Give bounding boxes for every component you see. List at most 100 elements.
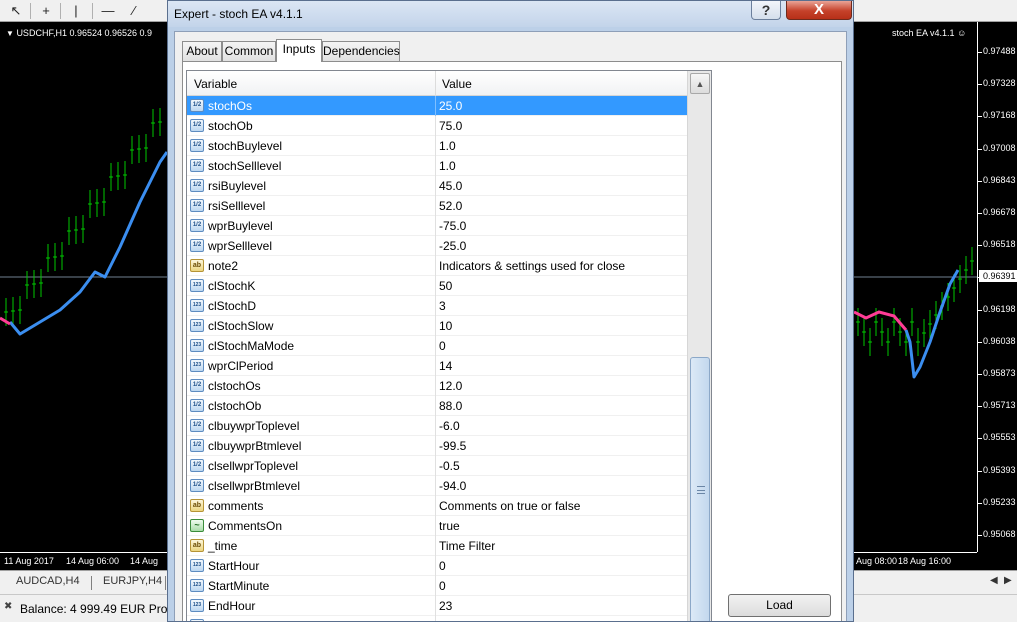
variable-name: CommentsOn [208, 519, 283, 533]
variable-value[interactable]: 0 [439, 559, 446, 573]
table-row[interactable]: 1/2 rsiBuylevel 45.0 [187, 176, 687, 196]
tab-about[interactable]: About [182, 41, 222, 61]
table-scrollbar[interactable]: ▲ [687, 71, 711, 621]
variable-value[interactable]: -94.0 [439, 479, 466, 493]
variable-value[interactable]: -25.0 [439, 239, 466, 253]
close-button[interactable]: X [786, 1, 852, 20]
toolbar-divider [60, 3, 61, 19]
table-row[interactable]: ~ CommentsOn true [187, 516, 687, 536]
variable-value[interactable]: 0 [439, 579, 446, 593]
variable-value[interactable]: Time Filter [439, 539, 495, 553]
column-divider[interactable] [435, 71, 436, 96]
table-row[interactable]: 123 clStochMaMode 0 [187, 336, 687, 356]
price-tick: 0.97168 [983, 110, 1016, 121]
table-row[interactable]: ab comments Comments on true or false [187, 496, 687, 516]
trendline-icon[interactable]: ∕ [124, 2, 144, 20]
close-icon[interactable]: ✖ [4, 601, 12, 612]
table-row[interactable]: 1/2 clbuywprToplevel -6.0 [187, 416, 687, 436]
table-row[interactable]: 123 StartHour 0 [187, 556, 687, 576]
table-row[interactable]: 1/2 clstochOs 12.0 [187, 376, 687, 396]
variable-name: clstochOs [208, 379, 261, 393]
chart-usdchf[interactable]: ▼ USDCHF,H1 0.96524 0.96526 0.9 11 Aug 2… [0, 22, 167, 570]
table-row[interactable]: 1/2 clsellwprBtmlevel -94.0 [187, 476, 687, 496]
variable-value[interactable]: 12.0 [439, 379, 462, 393]
variable-value[interactable]: 45.0 [439, 179, 462, 193]
cell-divider [435, 236, 436, 256]
variable-value[interactable]: Indicators & settings used for close [439, 259, 625, 273]
variable-value[interactable]: -0.5 [439, 459, 460, 473]
chart-tab-audcad[interactable]: AUDCAD,H4 [16, 575, 80, 587]
tab-scroll-right-icon[interactable]: ▶ [1004, 575, 1012, 586]
time-tick: 11 Aug 2017 [4, 556, 54, 566]
horizontal-line-icon[interactable]: — [98, 2, 118, 20]
variable-name: comments [208, 499, 264, 513]
variable-value[interactable]: -6.0 [439, 419, 460, 433]
variable-value[interactable]: 88.0 [439, 399, 462, 413]
chart-stoch-ea[interactable]: stoch EA v4.1.1 ☺ 0.95068 0.95233 0.95393 0… [854, 22, 1017, 570]
variable-value[interactable]: 1.0 [439, 159, 456, 173]
variable-value[interactable]: 25.0 [439, 99, 462, 113]
table-row[interactable]: 1/2 stochOb 75.0 [187, 116, 687, 136]
variable-value[interactable]: 23 [439, 599, 452, 613]
table-row[interactable]: 123 clStochD 3 [187, 296, 687, 316]
smiley-icon: ☺ [957, 28, 967, 38]
cell-divider [435, 396, 436, 416]
variable-value[interactable]: Comments on true or false [439, 499, 580, 513]
price-tick-mark [978, 52, 982, 53]
tab-dependencies[interactable]: Dependencies [322, 41, 400, 61]
vertical-line-icon[interactable]: | [66, 2, 86, 20]
table-row[interactable]: 1/2 wprBuylevel -75.0 [187, 216, 687, 236]
table-row[interactable]: ab _time Time Filter [187, 536, 687, 556]
variable-value[interactable]: 75.0 [439, 119, 462, 133]
load-button[interactable]: Load [728, 594, 831, 617]
variable-value[interactable]: -75.0 [439, 219, 466, 233]
cursor-icon[interactable]: ↖ [6, 2, 26, 20]
column-header-value[interactable]: Value [442, 77, 472, 91]
scroll-thumb[interactable] [690, 357, 710, 621]
variable-value[interactable]: 10 [439, 319, 452, 333]
variable-name: rsiSelllevel [208, 199, 266, 213]
variable-value[interactable]: true [439, 519, 460, 533]
tab-inputs[interactable]: Inputs [276, 39, 322, 62]
table-row[interactable]: 123 wprClPeriod 14 [187, 356, 687, 376]
cell-divider [435, 336, 436, 356]
variable-name: wprSelllevel [208, 239, 273, 253]
table-row[interactable]: 123EndMinute0 [187, 616, 687, 621]
price-tick: 0.95393 [983, 464, 1016, 475]
table-row[interactable]: 1/2 stochOs 25.0 [187, 96, 687, 116]
variable-name: clsellwprToplevel [208, 459, 299, 473]
table-row[interactable]: 1/2 rsiSelllevel 52.0 [187, 196, 687, 216]
variable-value[interactable]: 3 [439, 299, 446, 313]
int-type-icon: 123 [190, 339, 204, 352]
variable-value[interactable]: 14 [439, 359, 452, 373]
table-row[interactable]: 1/2 clbuywprBtmlevel -99.5 [187, 436, 687, 456]
table-row[interactable]: 123 clStochSlow 10 [187, 316, 687, 336]
tab-common[interactable]: Common [222, 41, 276, 61]
variable-value[interactable]: 1.0 [439, 139, 456, 153]
table-row[interactable]: ab note2 Indicators & settings used for cl… [187, 256, 687, 276]
table-row[interactable]: 123 EndHour 23 [187, 596, 687, 616]
scroll-up-icon[interactable]: ▲ [690, 73, 710, 94]
variable-name: clbuywprBtmlevel [208, 439, 302, 453]
column-header-variable[interactable]: Variable [194, 77, 237, 91]
variable-name: clStochK [208, 279, 256, 293]
table-row[interactable]: 1/2 stochSelllevel 1.0 [187, 156, 687, 176]
dialog-titlebar[interactable]: Expert - stoch EA v4.1.1 ? X [168, 1, 853, 27]
time-axis: Aug 08:00 18 Aug 16:00 [854, 552, 977, 570]
variable-value[interactable]: 0 [439, 339, 446, 353]
help-button[interactable]: ? [751, 1, 781, 20]
table-row[interactable]: 1/2 stochBuylevel 1.0 [187, 136, 687, 156]
candle-chart-left [0, 108, 167, 336]
crosshair-icon[interactable]: + [36, 2, 56, 20]
table-row[interactable]: 123 clStochK 50 [187, 276, 687, 296]
variable-value[interactable]: -99.5 [439, 439, 466, 453]
tab-scroll-left-icon[interactable]: ◀ [990, 575, 998, 586]
chart-tab-eurjpy[interactable]: EURJPY,H4 [103, 575, 162, 587]
table-row[interactable]: 1/2 clsellwprToplevel -0.5 [187, 456, 687, 476]
table-row[interactable]: 1/2 wprSelllevel -25.0 [187, 236, 687, 256]
table-row[interactable]: 123 StartMinute 0 [187, 576, 687, 596]
variable-value[interactable]: 52.0 [439, 199, 462, 213]
variable-value[interactable]: 50 [439, 279, 452, 293]
table-row[interactable]: 1/2 clstochOb 88.0 [187, 396, 687, 416]
double-type-icon: 1/2 [190, 179, 204, 192]
